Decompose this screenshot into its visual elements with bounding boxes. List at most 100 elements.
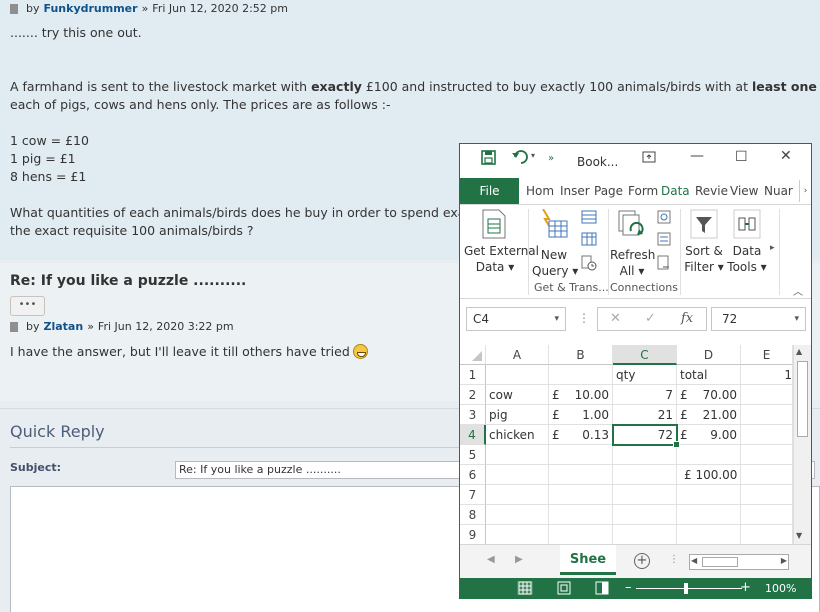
grid-cell[interactable] xyxy=(549,505,613,525)
grid-cell[interactable] xyxy=(486,365,549,385)
undo-icon[interactable] xyxy=(511,148,529,168)
cell-d4[interactable]: £9.00 xyxy=(677,425,741,445)
grid-cell[interactable] xyxy=(486,485,549,505)
scroll-up-icon[interactable]: ▲ xyxy=(796,347,802,356)
zoom-slider[interactable] xyxy=(636,588,742,589)
grid-cell[interactable] xyxy=(677,485,741,505)
grid-cell[interactable] xyxy=(486,525,549,545)
grid-cell[interactable] xyxy=(741,505,793,525)
sheet-tab[interactable]: Shee xyxy=(560,545,616,575)
formula-input[interactable]: 72 ▾ xyxy=(711,307,806,331)
row-header[interactable]: 3 xyxy=(460,405,486,425)
row-header[interactable]: 5 xyxy=(460,445,486,465)
cell-c1[interactable]: qty xyxy=(613,365,677,385)
page-break-view-icon[interactable] xyxy=(594,581,610,595)
grid-cell[interactable] xyxy=(549,445,613,465)
grid-cell[interactable] xyxy=(741,425,793,445)
cell-a4[interactable]: chicken xyxy=(486,425,549,445)
row-header[interactable]: 6 xyxy=(460,465,486,485)
zoom-level[interactable]: 100% xyxy=(765,582,796,595)
grid-cell[interactable] xyxy=(486,505,549,525)
data-tools-button[interactable]: Data Tools ▾ xyxy=(726,243,768,275)
tab-nuance[interactable]: Nuar xyxy=(764,184,793,198)
scroll-left-icon[interactable]: ◀ xyxy=(691,556,697,565)
edit-links-icon[interactable] xyxy=(657,255,671,275)
grid-cell[interactable] xyxy=(677,445,741,465)
tab-file[interactable]: File xyxy=(460,178,519,204)
next-sheet-icon[interactable]: ▶ xyxy=(515,554,523,565)
cell-d6[interactable]: £ 100.00 xyxy=(677,465,741,485)
cell-c3[interactable]: 21 xyxy=(613,405,677,425)
grid-cell[interactable] xyxy=(549,485,613,505)
cell-b2[interactable]: £10.00 xyxy=(549,385,613,405)
tab-home[interactable]: Hom xyxy=(526,184,554,198)
cell-d3[interactable]: £21.00 xyxy=(677,405,741,425)
grid-cell[interactable] xyxy=(741,445,793,465)
page-layout-view-icon[interactable] xyxy=(556,581,572,595)
add-sheet-icon[interactable]: + xyxy=(634,553,650,569)
prev-sheet-icon[interactable]: ◀ xyxy=(487,554,495,565)
vertical-scrollbar[interactable]: ▲ ▼ xyxy=(793,345,811,544)
refresh-all-button[interactable]: Refresh All ▾ xyxy=(610,247,655,279)
grid-cell[interactable] xyxy=(741,385,793,405)
column-header[interactable]: D xyxy=(677,345,741,365)
from-table-icon[interactable] xyxy=(581,231,597,250)
column-header[interactable]: C xyxy=(613,345,677,365)
cell-d1[interactable]: total xyxy=(677,365,741,385)
cell-b4[interactable]: £0.13 xyxy=(549,425,613,445)
row-header[interactable]: 4 xyxy=(460,425,486,445)
properties-icon[interactable] xyxy=(657,231,671,250)
cell-c2[interactable]: 7 xyxy=(613,385,677,405)
scroll-down-icon[interactable]: ▼ xyxy=(796,531,802,540)
row-header[interactable]: 9 xyxy=(460,525,486,545)
tabs-scroll-right-icon[interactable]: › xyxy=(799,180,811,202)
post-author-link[interactable]: Funkydrummer xyxy=(44,2,138,15)
tab-page-layout[interactable]: Page xyxy=(594,184,623,198)
post-author-link[interactable]: Zlatan xyxy=(44,320,84,333)
tab-formulas[interactable]: Form xyxy=(628,184,658,198)
cell-b3[interactable]: £1.00 xyxy=(549,405,613,425)
save-icon[interactable] xyxy=(481,150,496,169)
maximize-icon[interactable]: ☐ xyxy=(735,149,748,165)
zoom-out-icon[interactable]: – xyxy=(625,580,632,595)
name-box[interactable]: C4 ▾ xyxy=(466,307,566,331)
customize-toolbar-icon[interactable]: » xyxy=(548,153,554,164)
cell-a2[interactable]: cow xyxy=(486,385,549,405)
row-header[interactable]: 1 xyxy=(460,365,486,385)
grid-cell[interactable] xyxy=(486,465,549,485)
scroll-right-icon[interactable]: ▶ xyxy=(781,556,787,565)
minimize-icon[interactable]: — xyxy=(690,148,704,164)
grid-cell[interactable] xyxy=(677,525,741,545)
ribbon-display-icon[interactable] xyxy=(642,150,656,168)
show-queries-icon[interactable] xyxy=(581,209,597,228)
grid-cell[interactable] xyxy=(741,485,793,505)
grid-cell[interactable] xyxy=(613,445,677,465)
insert-function-icon[interactable]: fx xyxy=(681,311,693,326)
tab-data[interactable]: Data xyxy=(661,184,690,198)
connections-icon[interactable] xyxy=(657,209,671,228)
tab-view[interactable]: View xyxy=(730,184,758,198)
new-query-button[interactable]: New Query ▾ xyxy=(532,247,578,279)
expand-formula-icon[interactable]: ▾ xyxy=(794,308,799,330)
collapse-ribbon-icon[interactable]: ︿ xyxy=(793,283,803,298)
tab-insert[interactable]: Inser xyxy=(560,184,590,198)
ribbon-more-icon[interactable]: ▸ xyxy=(770,243,775,253)
grid-cell[interactable] xyxy=(741,525,793,545)
normal-view-icon[interactable] xyxy=(517,581,533,595)
close-icon[interactable]: ✕ xyxy=(780,148,792,164)
worksheet-grid[interactable]: A B C D E 1 2 3 4 5 6 7 8 9 qty total 1 … xyxy=(460,345,811,545)
scrollbar-thumb[interactable] xyxy=(797,361,808,437)
cell-d2[interactable]: £70.00 xyxy=(677,385,741,405)
row-header[interactable]: 8 xyxy=(460,505,486,525)
grid-cell[interactable] xyxy=(613,525,677,545)
post-title[interactable]: Re: If you like a puzzle .......... xyxy=(10,273,246,289)
horizontal-scrollbar[interactable]: ◀ ▶ xyxy=(689,554,789,570)
name-box-dropdown-icon[interactable]: ▾ xyxy=(554,308,559,330)
recent-sources-icon[interactable] xyxy=(581,255,597,275)
grid-cell[interactable] xyxy=(549,465,613,485)
grid-cell[interactable] xyxy=(613,485,677,505)
select-all-corner[interactable] xyxy=(460,345,486,365)
grid-cell[interactable] xyxy=(613,465,677,485)
cell-e1[interactable]: 1 xyxy=(741,365,793,385)
grid-cell[interactable] xyxy=(677,505,741,525)
